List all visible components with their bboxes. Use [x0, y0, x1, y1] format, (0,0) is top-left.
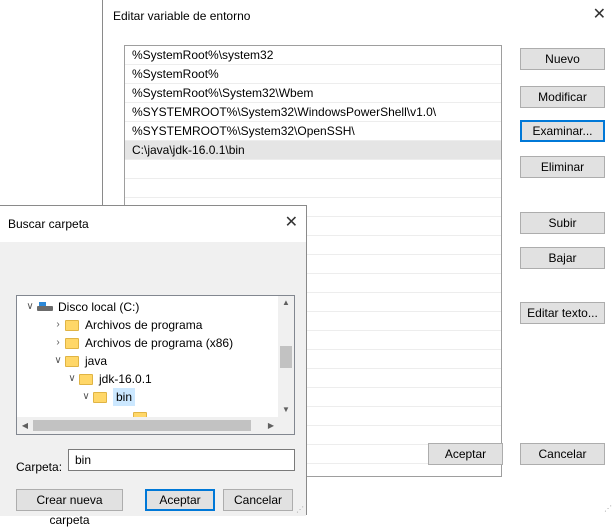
chevron-down-icon[interactable]: ∨ [23, 298, 37, 316]
scroll-up-icon[interactable]: ▲ [278, 296, 294, 310]
scroll-down-icon[interactable]: ▼ [278, 403, 294, 417]
tree-node[interactable]: ∨ jdk-16.0.1 [65, 370, 152, 388]
edit-button[interactable]: Modificar [520, 86, 605, 108]
tree-node-label: java [85, 354, 108, 368]
path-list-item[interactable]: %SystemRoot% [125, 65, 501, 84]
tree-node-label: bin [113, 388, 136, 406]
scroll-left-icon[interactable]: ◀ [17, 417, 33, 434]
resize-grip-icon[interactable]: ⋰ [604, 504, 612, 513]
folder-label: Carpeta: [16, 460, 63, 474]
dialog-title: Editar variable de entorno [113, 9, 251, 23]
browse-button[interactable]: Examinar... [520, 120, 605, 142]
close-icon[interactable]: ✕ [285, 212, 298, 232]
chevron-down-icon[interactable]: ∨ [65, 370, 79, 388]
vertical-scrollbar[interactable]: ▲ ▼ [278, 296, 294, 417]
tree-node[interactable]: › Archivos de programa (x86) [51, 334, 233, 352]
folder-tree[interactable]: ∨ Disco local (C:) › Archivos de programa › A… [16, 295, 295, 435]
new-folder-button[interactable]: Crear nueva carpeta [16, 489, 123, 527]
dialog-title: Buscar carpeta [8, 217, 89, 231]
delete-button[interactable]: Eliminar [520, 156, 605, 178]
chevron-right-icon[interactable]: › [51, 316, 65, 334]
tree-node-label: jdk-16.0.1 [99, 372, 152, 386]
chevron-down-icon[interactable]: ∨ [51, 352, 65, 370]
cancel-button[interactable]: Cancelar [520, 443, 605, 465]
path-list-item[interactable]: %SystemRoot%\system32 [125, 46, 501, 65]
scroll-thumb[interactable] [280, 346, 292, 368]
move-down-button[interactable]: Bajar [520, 247, 605, 269]
tree-node[interactable]: ∨ java [51, 352, 107, 370]
tree-node[interactable]: ∨ bin [79, 388, 136, 406]
ok-button[interactable]: Aceptar [145, 489, 215, 511]
tree-node[interactable]: ∨ Disco local (C:) [23, 298, 139, 316]
path-list-item[interactable] [125, 179, 501, 198]
tree-node-label: Disco local (C:) [58, 300, 140, 314]
folder-icon [65, 337, 79, 349]
horizontal-scrollbar[interactable]: ◀ ▶ [17, 417, 279, 434]
folder-icon [93, 391, 107, 403]
tree-node-label: Archivos de programa (x86) [85, 336, 234, 350]
path-list-item[interactable]: %SYSTEMROOT%\System32\WindowsPowerShell\… [125, 103, 501, 122]
path-list-item[interactable]: %SystemRoot%\System32\Wbem [125, 84, 501, 103]
path-list-item[interactable] [125, 160, 501, 179]
dialog-body: ∨ Disco local (C:) › Archivos de programa › A… [0, 242, 306, 527]
tree-viewport: ∨ Disco local (C:) › Archivos de programa › A… [17, 296, 279, 417]
scroll-right-icon[interactable]: ▶ [263, 417, 279, 434]
tree-node[interactable]: › Archivos de programa [51, 316, 202, 334]
tree-node-label: Archivos de programa [85, 318, 203, 332]
new-button[interactable]: Nuevo [520, 48, 605, 70]
ok-button[interactable]: Aceptar [428, 443, 503, 465]
move-up-button[interactable]: Subir [520, 212, 605, 234]
tree-node[interactable] [133, 408, 153, 417]
chevron-right-icon[interactable]: › [51, 334, 65, 352]
folder-icon [79, 373, 93, 385]
close-icon[interactable]: ✕ [593, 4, 606, 24]
resize-grip-icon[interactable]: ⋰ [296, 505, 304, 514]
browse-folder-dialog: Buscar carpeta ✕ ∨ Disco local (C:) › Archi… [0, 205, 307, 527]
cancel-button[interactable]: Cancelar [223, 489, 293, 511]
path-list-item[interactable]: C:\java\jdk-16.0.1\bin [125, 141, 501, 160]
scroll-thumb[interactable] [33, 420, 251, 431]
drive-icon [37, 302, 53, 312]
path-list-item[interactable]: %SYSTEMROOT%\System32\OpenSSH\ [125, 122, 501, 141]
folder-input[interactable] [68, 449, 295, 471]
chevron-down-icon[interactable]: ∨ [79, 388, 93, 406]
folder-icon [65, 355, 79, 367]
folder-icon [65, 319, 79, 331]
scrollbar-corner [278, 417, 294, 434]
edit-text-button[interactable]: Editar texto... [520, 302, 605, 324]
